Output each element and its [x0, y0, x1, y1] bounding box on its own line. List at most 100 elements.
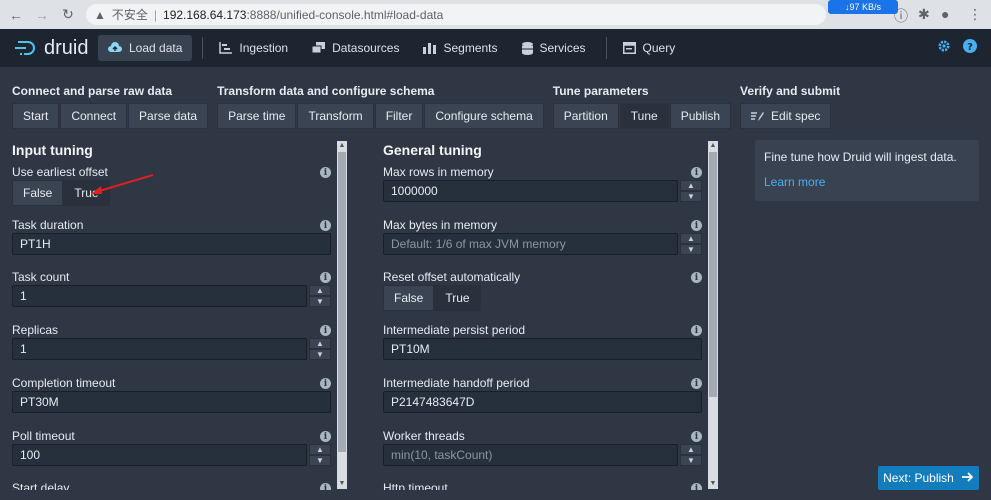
nav-services[interactable]: Services: [512, 35, 596, 61]
step-filter[interactable]: Filter: [374, 103, 424, 129]
chevron-down-icon[interactable]: ▼: [680, 244, 702, 255]
field-replicas: Replicas i 1 ▲ ▼: [12, 323, 332, 363]
max-bytes-input[interactable]: Default: 1/6 of max JVM memory: [383, 233, 678, 255]
scroll-up-icon[interactable]: ▲: [337, 141, 347, 151]
chevron-up-icon[interactable]: ▲: [309, 444, 331, 455]
poll-timeout-stepper[interactable]: ▲ ▼: [309, 444, 331, 466]
svg-text:?: ?: [967, 42, 973, 53]
max-bytes-stepper[interactable]: ▲ ▼: [680, 233, 702, 255]
forward-icon[interactable]: →: [32, 7, 52, 23]
step-parse-time[interactable]: Parse time: [217, 103, 297, 129]
step-start[interactable]: Start: [12, 103, 60, 129]
completion-timeout-input[interactable]: PT30M: [12, 391, 331, 413]
scroll-thumb[interactable]: [338, 152, 346, 452]
insecure-label: 不安全: [111, 8, 148, 22]
intermediate-handoff-input[interactable]: P2147483647D: [383, 391, 702, 413]
druid-logo[interactable]: druid: [14, 37, 98, 60]
nav-datasources[interactable]: Datasources: [302, 35, 409, 61]
task-count-input[interactable]: 1: [12, 285, 307, 307]
info-icon[interactable]: i: [691, 431, 702, 442]
chevron-up-icon[interactable]: ▲: [309, 285, 331, 296]
info-icon[interactable]: i: [691, 220, 702, 231]
info-icon[interactable]: i: [320, 272, 331, 283]
scroll-down-icon[interactable]: ▼: [337, 479, 347, 489]
info-icon[interactable]: i: [320, 325, 331, 336]
arrow-right-icon: [961, 471, 974, 485]
next-publish-button[interactable]: Next: Publish: [878, 466, 979, 490]
address-bar[interactable]: ▲ 不安全 | 192.168.64.173 :8888/unified-con…: [86, 4, 826, 25]
nav-ingestion[interactable]: Ingestion: [209, 35, 298, 61]
logo-text: druid: [44, 36, 89, 59]
intermediate-persist-input[interactable]: PT10M: [383, 338, 702, 360]
step-edit-spec[interactable]: Edit spec: [740, 103, 832, 129]
gear-icon[interactable]: [937, 39, 951, 56]
chevron-up-icon[interactable]: ▲: [680, 233, 702, 244]
toggle-false[interactable]: False: [383, 285, 435, 311]
info-icon[interactable]: i: [320, 220, 331, 231]
scroll-up-icon[interactable]: ▲: [708, 141, 718, 151]
info-icon[interactable]: i: [691, 378, 702, 389]
info-icon[interactable]: i: [691, 272, 702, 283]
task-count-stepper[interactable]: ▲ ▼: [309, 285, 331, 307]
info-icon[interactable]: ⓘ: [894, 6, 908, 26]
chevron-down-icon[interactable]: ▼: [680, 191, 702, 202]
gantt-chart-icon: [219, 42, 233, 54]
chevron-up-icon[interactable]: ▲: [680, 180, 702, 191]
worker-threads-stepper[interactable]: ▲ ▼: [680, 444, 702, 466]
max-rows-input[interactable]: 1000000: [383, 180, 678, 202]
chevron-down-icon[interactable]: ▼: [309, 296, 331, 307]
chevron-down-icon[interactable]: ▼: [309, 455, 331, 466]
annotation-arrow-icon: [91, 174, 154, 194]
help-icon[interactable]: ?: [963, 39, 977, 56]
chevron-up-icon[interactable]: ▲: [309, 338, 331, 349]
step-connect[interactable]: Connect: [60, 103, 128, 129]
input-tuning-title: Input tuning: [12, 142, 93, 158]
info-icon[interactable]: i: [320, 167, 331, 178]
application-icon: [622, 42, 636, 54]
back-icon[interactable]: ←: [6, 7, 26, 23]
general-tuning-title: General tuning: [383, 142, 482, 158]
step-parse-data[interactable]: Parse data: [128, 103, 209, 129]
info-icon[interactable]: i: [691, 167, 702, 178]
network-speed-badge: ↓97 KB/s: [828, 0, 898, 14]
replicas-input[interactable]: 1: [12, 338, 307, 360]
step-tune[interactable]: Tune: [619, 103, 669, 129]
general-tuning-scrollbar[interactable]: ▲ ▼: [708, 141, 718, 489]
poll-timeout-input[interactable]: 100: [12, 444, 307, 466]
learn-more-link[interactable]: Learn more: [764, 175, 970, 189]
step-configure-schema[interactable]: Configure schema: [424, 103, 544, 129]
info-icon[interactable]: i: [320, 483, 331, 490]
input-tuning-scrollbar[interactable]: ▲ ▼: [337, 141, 347, 489]
scroll-thumb[interactable]: [709, 152, 717, 397]
toggle-false[interactable]: False: [12, 180, 64, 206]
profile-icon[interactable]: ●: [941, 6, 949, 22]
nav-segments[interactable]: Segments: [413, 35, 507, 61]
chevron-down-icon[interactable]: ▼: [680, 455, 702, 466]
max-rows-stepper[interactable]: ▲ ▼: [680, 180, 702, 202]
chevron-up-icon[interactable]: ▲: [680, 444, 702, 455]
scroll-down-icon[interactable]: ▼: [708, 479, 718, 489]
reload-icon[interactable]: ↻: [58, 6, 78, 23]
nav-load-data[interactable]: Load data: [98, 35, 193, 61]
browser-toolbar: ← → ↻ ▲ 不安全 | 192.168.64.173 :8888/unifi…: [0, 0, 991, 29]
menu-icon[interactable]: ⋮: [968, 6, 982, 23]
step-publish[interactable]: Publish: [669, 103, 732, 129]
info-icon[interactable]: i: [320, 431, 331, 442]
chevron-down-icon[interactable]: ▼: [309, 349, 331, 360]
field-max-bytes-in-memory: Max bytes in memory i Default: 1/6 of ma…: [383, 218, 703, 258]
task-duration-input[interactable]: PT1H: [12, 233, 331, 255]
replicas-stepper[interactable]: ▲ ▼: [309, 338, 331, 360]
cloud-upload-icon: [108, 42, 122, 54]
nav-query[interactable]: Query: [613, 35, 686, 61]
warning-icon: ▲: [94, 7, 106, 22]
info-icon[interactable]: i: [691, 483, 702, 490]
toggle-true[interactable]: True: [434, 285, 481, 311]
field-intermediate-persist-period: Intermediate persist period i PT10M: [383, 323, 703, 363]
step-transform[interactable]: Transform: [297, 103, 374, 129]
info-icon[interactable]: i: [320, 378, 331, 389]
extensions-icon[interactable]: ✱: [918, 6, 930, 23]
worker-threads-input[interactable]: min(10, taskCount): [383, 444, 678, 466]
step-partition[interactable]: Partition: [552, 103, 619, 129]
info-icon[interactable]: i: [691, 325, 702, 336]
field-task-count: Task count i 1 ▲ ▼: [12, 270, 332, 310]
